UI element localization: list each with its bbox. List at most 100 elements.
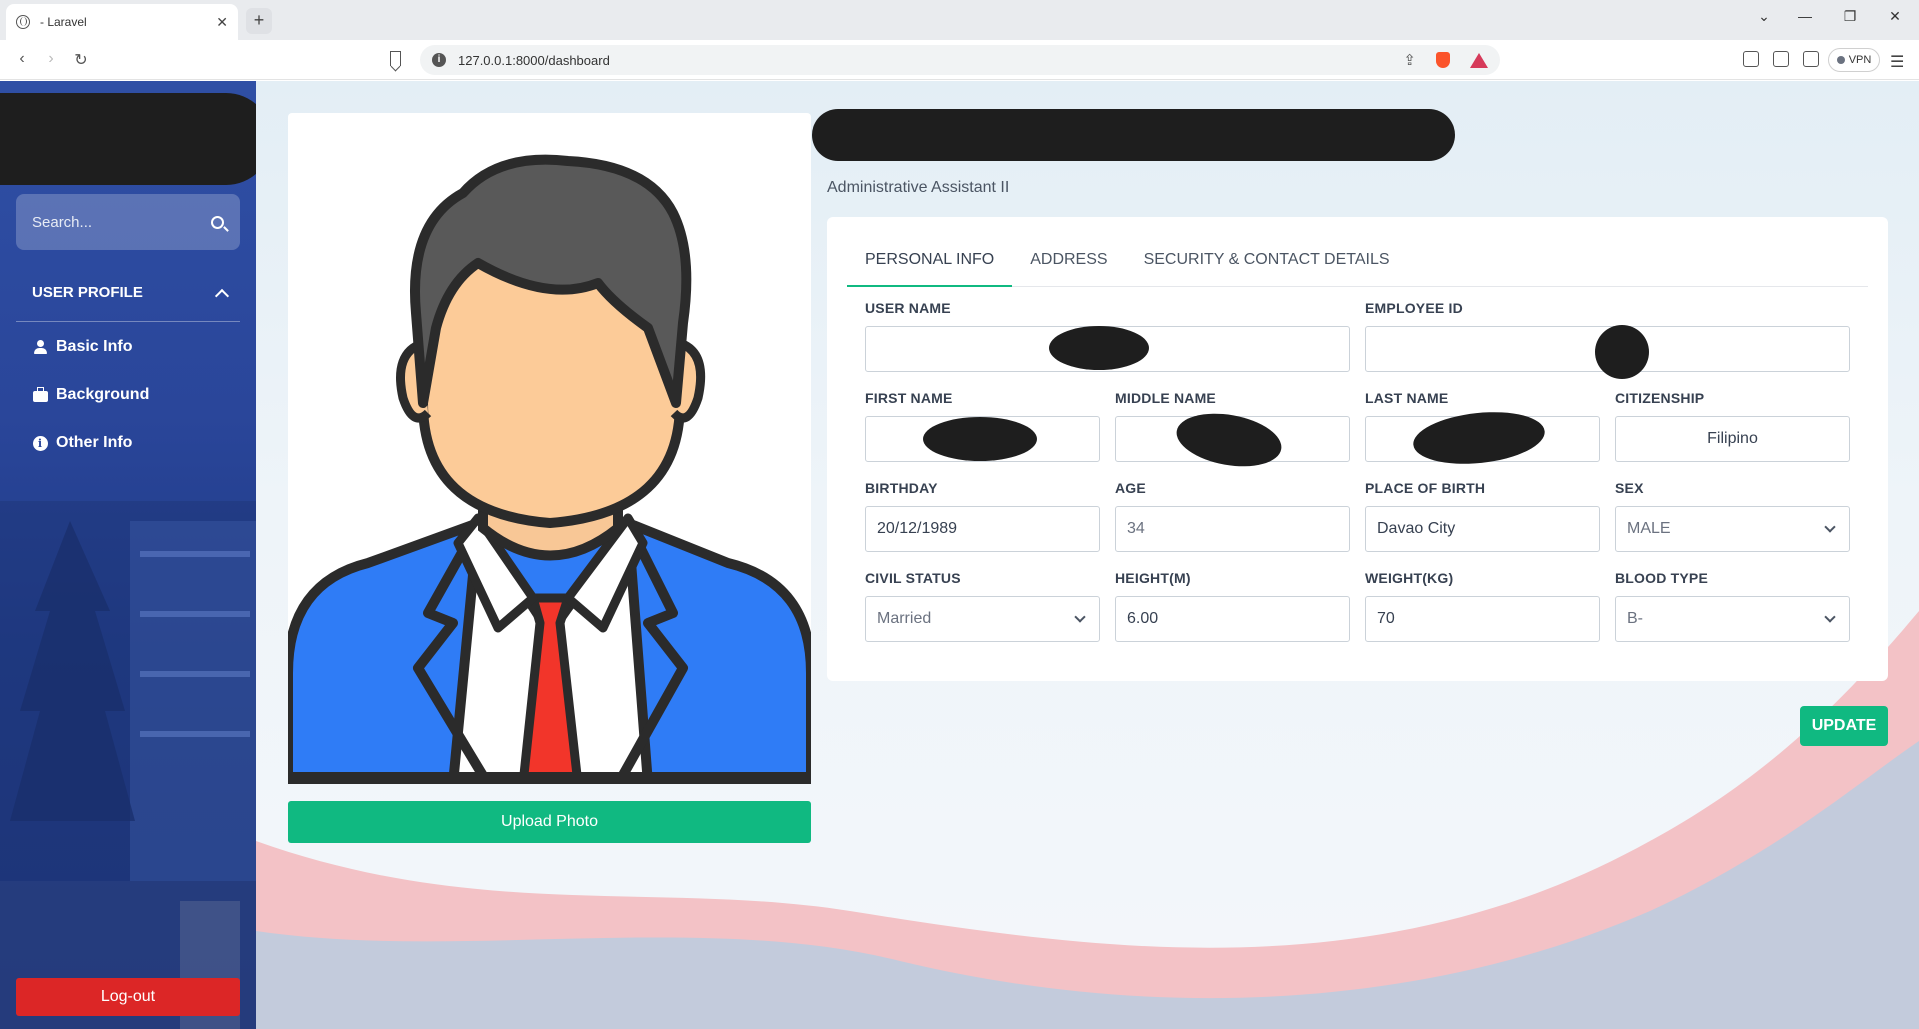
sex-select[interactable]: MALE <box>1615 506 1850 552</box>
info-circle-icon: i <box>32 435 48 451</box>
birthday-field-group: BIRTHDAY 20/12/1989 <box>865 480 1100 552</box>
place-of-birth-label: PLACE OF BIRTH <box>1365 480 1486 496</box>
profile-tabs: PERSONAL INFO ADDRESS SECURITY & CONTACT… <box>847 235 1868 287</box>
civil-status-field-group: CIVIL STATUS Married <box>865 570 1100 642</box>
personal-info-card: PERSONAL INFO ADDRESS SECURITY & CONTACT… <box>827 217 1888 681</box>
brave-rewards-icon[interactable] <box>1470 52 1488 68</box>
weight-label: WEIGHT(KG) <box>1365 570 1454 586</box>
reload-icon[interactable]: ↻ <box>71 50 91 70</box>
place-of-birth-field-group: PLACE OF BIRTH Davao City <box>1365 480 1600 552</box>
employee-name-redacted <box>812 109 1455 161</box>
sidebar-item-label: Basic Info <box>56 338 133 355</box>
first-name-label: FIRST NAME <box>865 390 953 406</box>
sidebar-item-background[interactable]: Background <box>32 386 149 404</box>
sex-label: SEX <box>1615 480 1644 496</box>
chevron-up-icon[interactable] <box>214 288 230 303</box>
citizenship-label: CITIZENSHIP <box>1615 390 1705 406</box>
sidebar-item-other-info[interactable]: i Other Info <box>32 434 132 452</box>
middle-name-label: MIDDLE NAME <box>1115 390 1216 406</box>
logo-redacted <box>0 93 256 185</box>
wallet-icon[interactable] <box>1803 51 1819 67</box>
building-photo-overlay <box>0 501 256 1029</box>
divider <box>16 321 240 322</box>
section-title: USER PROFILE <box>32 284 143 301</box>
sidebar-item-label: Background <box>56 386 150 403</box>
chevron-down-icon <box>1074 611 1086 623</box>
last-name-label: LAST NAME <box>1365 390 1449 406</box>
upload-photo-button[interactable]: Upload Photo <box>288 801 811 843</box>
blood-type-field-group: BLOOD TYPE B- <box>1615 570 1850 642</box>
blood-type-selected-value: B- <box>1627 610 1643 627</box>
profile-photo-card <box>288 113 811 784</box>
civil-status-select[interactable]: Married <box>865 596 1100 642</box>
photo-frame-bottom <box>288 772 811 784</box>
place-of-birth-input[interactable]: Davao City <box>1365 506 1600 552</box>
height-label: HEIGHT(M) <box>1115 570 1191 586</box>
age-label: AGE <box>1115 480 1146 496</box>
brave-shields-icon[interactable] <box>1436 52 1450 68</box>
civil-status-selected-value: Married <box>877 610 932 627</box>
share-icon[interactable]: ⇪ <box>1403 51 1416 69</box>
sidebar-item-label: Other Info <box>56 434 133 451</box>
sidebar-search[interactable]: Search... <box>16 194 240 250</box>
back-icon[interactable]: ‹ <box>12 50 32 68</box>
browser-toolbar: ‹ › ↻ i 127.0.0.1:8000/dashboard ⇪ VPN ☰ <box>0 40 1919 80</box>
sidebar: Search... USER PROFILE Basic Info Backgr… <box>0 81 256 1029</box>
update-button[interactable]: UPDATE <box>1800 706 1888 746</box>
employee-id-label: EMPLOYEE ID <box>1365 300 1463 316</box>
bookmark-icon[interactable] <box>390 51 401 66</box>
tab-personal-info[interactable]: PERSONAL INFO <box>847 235 1013 287</box>
blood-type-select[interactable]: B- <box>1615 596 1850 642</box>
sex-field-group: SEX MALE <box>1615 480 1850 552</box>
url-text[interactable]: 127.0.0.1:8000/dashboard <box>458 53 1395 68</box>
redaction-blob <box>923 417 1037 461</box>
new-tab-button[interactable]: + <box>246 8 272 34</box>
tab-address[interactable]: ADDRESS <box>1012 235 1125 287</box>
redaction-blob <box>1595 325 1649 379</box>
browser-tab[interactable]: - Laravel ✕ <box>6 4 238 40</box>
blood-type-label: BLOOD TYPE <box>1615 570 1709 586</box>
address-bar[interactable]: i 127.0.0.1:8000/dashboard ⇪ <box>420 45 1500 75</box>
minimize-window-icon[interactable]: — <box>1793 8 1817 24</box>
age-field-group: AGE 34 <box>1115 480 1350 552</box>
close-tab-icon[interactable]: ✕ <box>216 14 228 31</box>
globe-icon <box>16 15 30 29</box>
height-input[interactable]: 6.00 <box>1115 596 1350 642</box>
vpn-button[interactable]: VPN <box>1828 48 1880 72</box>
site-info-icon[interactable]: i <box>432 53 446 67</box>
user-icon <box>34 340 47 354</box>
avatar-illustration <box>288 154 811 784</box>
height-field-group: HEIGHT(M) 6.00 <box>1115 570 1350 642</box>
user-profile-section-header[interactable]: USER PROFILE <box>32 284 230 303</box>
sidebar-item-basic-info[interactable]: Basic Info <box>32 338 132 356</box>
citizenship-input[interactable]: Filipino <box>1615 416 1850 462</box>
redaction-blob <box>1049 326 1149 370</box>
tab-security-contact[interactable]: SECURITY & CONTACT DETAILS <box>1126 235 1408 287</box>
forward-icon[interactable]: › <box>41 50 61 68</box>
civil-status-label: CIVIL STATUS <box>865 570 961 586</box>
browser-tab-bar: - Laravel ✕ + ⌄ — ❐ ✕ <box>0 0 1919 40</box>
sex-selected-value: MALE <box>1627 520 1671 537</box>
browser-menu-icon[interactable]: ☰ <box>1890 52 1904 72</box>
extensions-icon[interactable] <box>1743 51 1759 67</box>
chevron-down-icon <box>1824 521 1836 533</box>
restore-window-icon[interactable]: ❐ <box>1838 8 1862 25</box>
birthday-label: BIRTHDAY <box>865 480 938 496</box>
logout-button[interactable]: Log-out <box>16 978 240 1016</box>
search-input[interactable]: Search... <box>32 214 211 231</box>
vpn-label: VPN <box>1848 54 1872 66</box>
weight-input[interactable]: 70 <box>1365 596 1600 642</box>
tab-search-chevron-icon[interactable]: ⌄ <box>1752 8 1776 25</box>
age-input[interactable]: 34 <box>1115 506 1350 552</box>
page-content: Search... USER PROFILE Basic Info Backgr… <box>0 81 1919 1029</box>
browser-tab-title: - Laravel <box>40 15 87 29</box>
search-icon[interactable] <box>211 215 224 229</box>
vpn-status-icon <box>1836 56 1845 64</box>
close-window-icon[interactable]: ✕ <box>1883 8 1907 25</box>
sidebar-toggle-icon[interactable] <box>1773 51 1789 67</box>
briefcase-icon <box>32 386 48 402</box>
username-label: USER NAME <box>865 300 951 316</box>
weight-field-group: WEIGHT(KG) 70 <box>1365 570 1600 642</box>
birthday-input[interactable]: 20/12/1989 <box>865 506 1100 552</box>
chevron-down-icon <box>1824 611 1836 623</box>
